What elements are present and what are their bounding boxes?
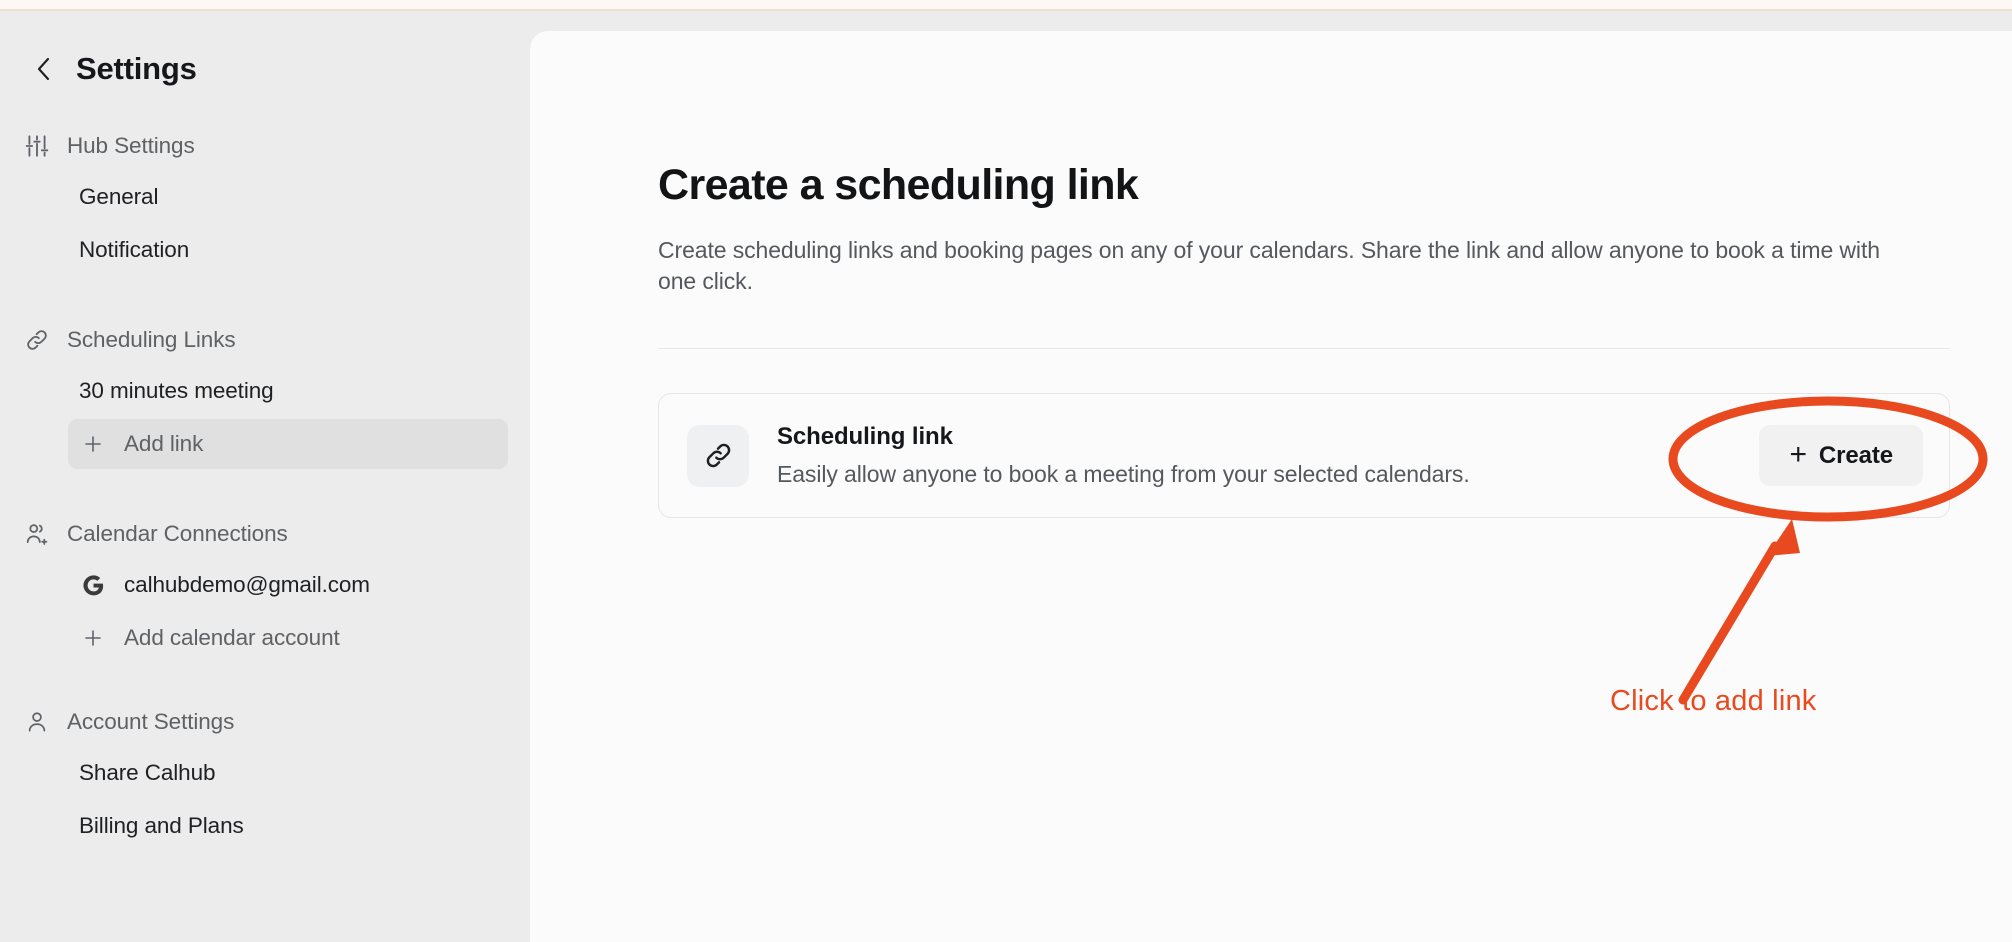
sidebar-group-label: Hub Settings bbox=[67, 133, 195, 158]
sidebar-item-30-minutes-meeting[interactable]: 30 minutes meeting bbox=[68, 366, 508, 416]
section-divider bbox=[658, 348, 1950, 350]
sidebar-group-account-settings: Account Settings Share Calhub Billing an… bbox=[0, 699, 530, 851]
sidebar-item-add-calendar-account[interactable]: Add calendar account bbox=[68, 613, 508, 663]
plus-icon: + bbox=[1789, 437, 1807, 471]
sidebar-item-label: 30 minutes meeting bbox=[79, 378, 274, 403]
sidebar-group-label: Scheduling Links bbox=[67, 327, 236, 352]
sidebar-group-calendar-connections: Calendar Connections calhubdemo@gmail.co… bbox=[0, 511, 530, 663]
annotation-label: Click to add link bbox=[1610, 685, 1817, 717]
plus-icon bbox=[79, 430, 107, 458]
sidebar-item-label: calhubdemo@gmail.com bbox=[124, 572, 370, 597]
chevron-left-icon[interactable] bbox=[30, 55, 58, 83]
create-button-label: Create bbox=[1818, 441, 1893, 469]
sidebar-group-header-calendar-connections[interactable]: Calendar Connections bbox=[0, 511, 530, 557]
card-description: Easily allow anyone to book a meeting fr… bbox=[777, 461, 1470, 488]
main-heading: Create a scheduling link bbox=[658, 161, 1139, 209]
sidebar-item-label: Share Calhub bbox=[79, 760, 216, 785]
sidebar-group-label: Account Settings bbox=[67, 709, 235, 734]
create-button[interactable]: + Create bbox=[1759, 425, 1923, 487]
top-accent-strip bbox=[0, 0, 2012, 11]
page-title: Settings bbox=[76, 51, 197, 86]
sidebar-group-header-account-settings[interactable]: Account Settings bbox=[0, 699, 530, 745]
sidebar-item-share-calhub[interactable]: Share Calhub bbox=[68, 748, 508, 798]
sidebar-item-billing-and-plans[interactable]: Billing and Plans bbox=[68, 801, 508, 851]
scheduling-link-card[interactable]: Scheduling link Easily allow anyone to b… bbox=[658, 393, 1950, 519]
link-icon bbox=[22, 325, 52, 355]
sidebar-item-calendar-account[interactable]: calhubdemo@gmail.com bbox=[68, 560, 508, 610]
card-title: Scheduling link bbox=[777, 423, 953, 451]
main-panel: Create a scheduling link Create scheduli… bbox=[530, 31, 2012, 942]
sidebar-item-label: Notification bbox=[79, 237, 190, 262]
sidebar-item-label: Add calendar account bbox=[124, 625, 340, 650]
user-icon bbox=[22, 707, 52, 737]
card-text-block: Scheduling link Easily allow anyone to b… bbox=[777, 423, 1759, 488]
sidebar-item-notification[interactable]: Notification bbox=[68, 225, 508, 275]
sidebar-item-label: Billing and Plans bbox=[79, 813, 244, 838]
sidebar-group-header-scheduling-links[interactable]: Scheduling Links bbox=[0, 317, 530, 363]
sidebar-item-add-link[interactable]: Add link bbox=[68, 419, 508, 469]
sidebar-group-hub-settings: Hub Settings General Notification bbox=[0, 123, 530, 275]
settings-sidebar: Settings Hub Settings General Notificati… bbox=[0, 13, 530, 942]
sidebar-item-general[interactable]: General bbox=[68, 172, 508, 222]
sliders-icon bbox=[22, 131, 52, 161]
link-icon bbox=[687, 424, 749, 487]
plus-icon bbox=[79, 624, 107, 652]
panel-content: Create a scheduling link Create scheduli… bbox=[530, 31, 1950, 519]
sidebar-header: Settings bbox=[0, 41, 530, 97]
main-subtitle: Create scheduling links and booking page… bbox=[658, 237, 1880, 294]
app-root: Settings Hub Settings General Notificati… bbox=[0, 0, 2012, 942]
sidebar-group-header-hub-settings[interactable]: Hub Settings bbox=[0, 123, 530, 169]
users-add-icon bbox=[22, 519, 52, 549]
sidebar-item-label: General bbox=[79, 184, 159, 209]
google-g-icon bbox=[79, 571, 107, 599]
sidebar-group-label: Calendar Connections bbox=[67, 521, 288, 546]
sidebar-group-scheduling-links: Scheduling Links 30 minutes meeting Add … bbox=[0, 317, 530, 469]
sidebar-item-label: Add link bbox=[124, 431, 204, 456]
